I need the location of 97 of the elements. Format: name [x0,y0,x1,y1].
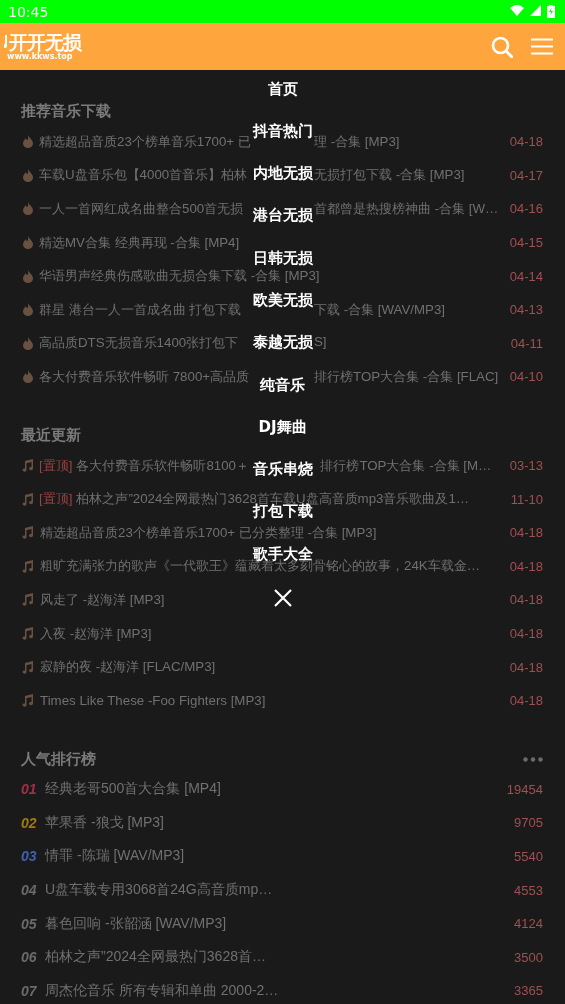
song-title[interactable]: U盘车载专用3068首24G高音质mp… [45,881,509,900]
more-icon[interactable] [523,756,543,762]
post-date: 04-18 [509,592,543,608]
search-icon[interactable] [491,35,513,58]
music-note-icon [22,694,34,708]
music-note-icon [22,593,34,607]
status-time: 10:45 [8,3,50,20]
song-title[interactable]: 经典老哥500首大合集 [MP4] [45,780,501,799]
flame-icon [23,168,33,182]
download-count: 19454 [506,781,543,797]
song-title[interactable]: 苹果香 -狼戈 [MP3] [45,813,509,832]
rank-number: 06 [21,949,38,966]
song-title[interactable]: 下载 -合集 [WAV/MP3] [314,300,446,319]
post-date: 04-18 [509,525,543,541]
menu-item[interactable]: 首页 [267,79,298,100]
rank-number: 05 [21,915,38,932]
post-date: 04-15 [509,235,543,251]
rank-number: 02 [21,814,38,831]
note-icon [4,35,9,49]
song-title[interactable]: Times Like These -Foo Fighters [MP3] [40,693,504,709]
battery-icon [547,5,555,18]
post-date: 04-18 [509,626,543,641]
post-date: 03-13 [509,458,543,474]
song-title[interactable]: 寂静的夜 -赵海洋 [FLAC/MP3] [40,658,504,677]
post-date: 04-13 [509,302,543,318]
post-date: 04-18 [509,659,543,675]
song-title[interactable]: S] [314,334,327,353]
rank-number: 07 [21,982,38,999]
download-count: 4553 [514,882,543,898]
song-title[interactable]: 各大付费音乐软件畅听 7800+高品质 [39,367,250,386]
menu-item[interactable]: 欧美无损 [252,290,313,311]
song-title[interactable]: 精选超品音质23个榜单音乐1700+ 已 [39,132,251,151]
song-title[interactable]: 华语男声经典伤感歌曲无损合集下载 -合集 [MP3] [39,267,504,286]
song-title[interactable]: 高品质DTS无损音乐1400张打包下 [39,334,239,353]
post-date: 04-18 [509,693,543,709]
song-title[interactable]: 理 -合集 [MP3] [314,132,400,151]
music-note-icon [22,559,34,573]
song-title[interactable]: 车载U盘音乐包【4000首音乐】柏林 [39,166,248,185]
music-note-icon [22,526,34,540]
song-title[interactable]: 暮色回响 -张韶涵 [WAV/MP3] [45,914,509,933]
song-title[interactable]: 排行榜TOP大合集 -合集 [M… [320,456,492,475]
menu-item[interactable]: 日韩无损 [252,248,313,269]
pinned-tag: [置顶] [39,490,73,509]
section-title: 推荐音乐下载 [21,102,111,121]
rank-number: 04 [21,882,38,899]
song-title[interactable]: 无损打包下载 -合集 [MP3] [314,166,465,185]
download-count: 9705 [514,815,543,831]
rank-number: 01 [21,781,38,798]
menu-item[interactable]: 内地无损 [252,163,313,184]
wifi-icon [510,5,524,16]
pinned-tag: [置顶] [39,456,73,475]
song-title[interactable]: 首都曾是热搜榜神曲 -合集 [W… [314,200,499,218]
menu-icon[interactable] [531,38,553,55]
menu-item[interactable]: 音乐串烧 [252,459,313,480]
music-note-icon [22,459,34,473]
download-count: 3500 [514,949,543,965]
post-date: 11-10 [510,491,543,507]
music-note-icon [22,660,34,674]
menu-item[interactable]: DJ舞曲 [258,417,307,438]
download-count: 4124 [514,916,543,932]
flame-icon [23,236,33,250]
flame-icon [23,269,33,283]
flame-icon [23,303,33,317]
post-date: 04-11 [510,335,543,351]
logo-url: www.kkws.top [7,52,73,61]
song-title[interactable]: 排行榜TOP大合集 -合集 [FLAC] [314,367,499,386]
song-title[interactable]: 各大付费音乐软件畅听8100＋ [76,456,249,475]
menu-item[interactable]: 港台无损 [252,206,313,226]
song-title[interactable]: 入夜 -赵海洋 [MP3] [40,624,504,643]
song-title[interactable]: 风走了 -赵海洋 [MP3] [40,590,504,609]
section-title: 人气排行榜 [21,749,96,769]
post-date: 04-18 [509,134,543,150]
flame-icon [23,370,33,384]
menu-item[interactable]: 泰越无损 [252,332,313,353]
download-count: 3365 [514,983,543,999]
menu-item[interactable]: 抖音热门 [252,121,313,142]
music-note-icon [22,627,34,640]
flame-icon [23,202,33,216]
rank-number: 03 [21,848,38,865]
logo-title: 开开无损 [9,32,81,52]
menu-item[interactable]: 纯音乐 [260,375,305,396]
song-title[interactable]: 情罪 -陈瑞 [WAV/MP3] [45,847,509,866]
post-date: 04-18 [509,558,543,574]
song-title[interactable]: 周杰伦音乐 所有专辑和单曲 2000-2… [45,981,509,1000]
flame-icon [23,135,33,149]
signal-icon [530,5,541,16]
post-date: 04-17 [509,167,543,183]
section-title: 最近更新 [21,425,81,445]
song-title[interactable]: 柏林之声”2024全网最热门3628首… [45,948,509,967]
post-date: 04-10 [509,369,543,385]
download-count: 5540 [514,849,543,864]
post-date: 04-16 [509,201,543,217]
post-date: 04-14 [509,268,543,284]
music-note-icon [22,492,34,506]
flame-icon [23,336,33,350]
close-icon[interactable] [273,589,292,608]
song-title[interactable]: 精选超品音质23个榜单音乐1700+ 已分类整理 -合集 [MP3] [40,523,504,542]
